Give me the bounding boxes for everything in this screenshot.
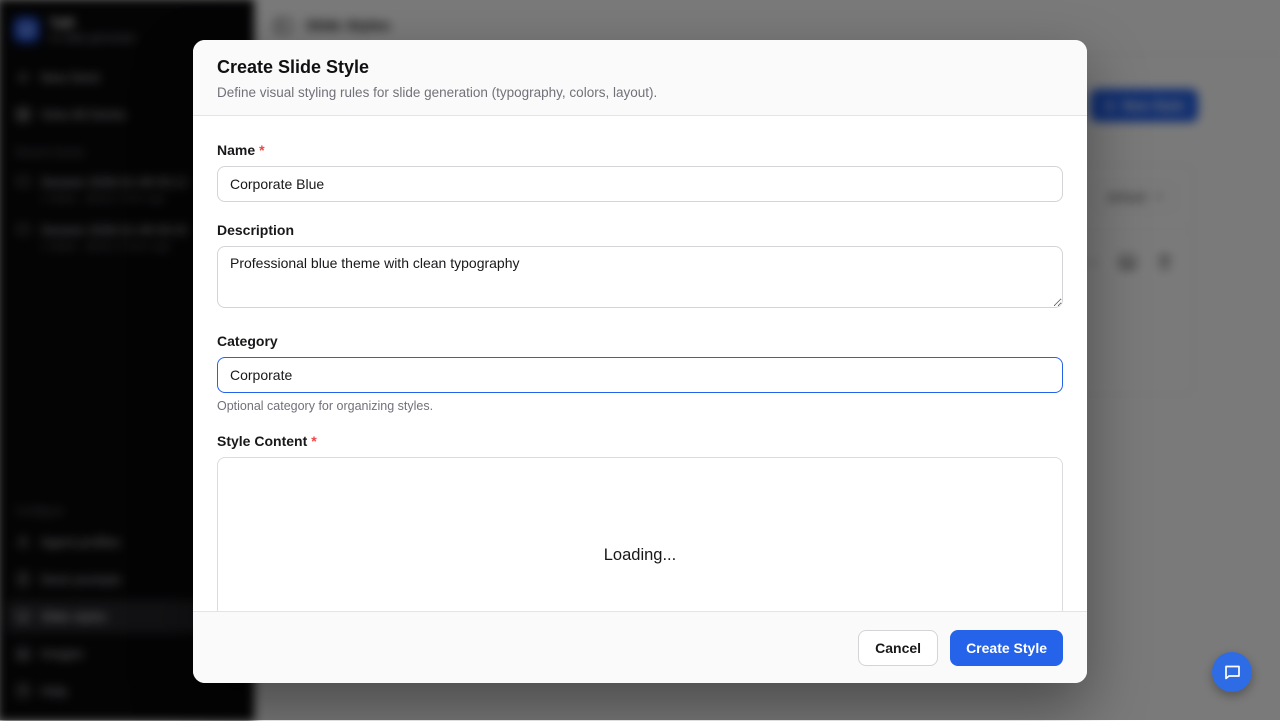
create-style-button[interactable]: Create Style	[950, 630, 1063, 666]
cancel-button[interactable]: Cancel	[858, 630, 938, 666]
category-helper-text: Optional category for organizing styles.	[217, 399, 1063, 413]
description-label: Description	[217, 222, 294, 238]
create-slide-style-dialog: Create Slide Style Define visual styling…	[193, 40, 1087, 683]
name-input[interactable]	[217, 166, 1063, 202]
dialog-subtitle: Define visual styling rules for slide ge…	[217, 85, 1063, 100]
category-field: Category Optional category for organizin…	[217, 333, 1063, 413]
category-input[interactable]	[217, 357, 1063, 393]
dialog-body: Name * Description Professional blue the…	[193, 116, 1087, 611]
required-asterisk: *	[311, 433, 316, 449]
required-asterisk: *	[259, 142, 264, 158]
style-content-field: Style Content * Loading...	[217, 433, 1063, 611]
chat-launcher-button[interactable]	[1212, 652, 1252, 692]
style-content-editor[interactable]: Loading...	[217, 457, 1063, 611]
name-field: Name *	[217, 142, 1063, 202]
loading-text: Loading...	[604, 546, 676, 565]
chat-bubble-icon	[1223, 663, 1242, 681]
description-field: Description Professional blue theme with…	[217, 222, 1063, 313]
dialog-header: Create Slide Style Define visual styling…	[193, 40, 1087, 116]
style-content-label: Style Content	[217, 433, 307, 449]
dialog-footer: Cancel Create Style	[193, 611, 1087, 683]
dialog-title: Create Slide Style	[217, 57, 1063, 78]
description-textarea[interactable]: Professional blue theme with clean typog…	[217, 246, 1063, 308]
name-label: Name	[217, 142, 255, 158]
category-label: Category	[217, 333, 278, 349]
